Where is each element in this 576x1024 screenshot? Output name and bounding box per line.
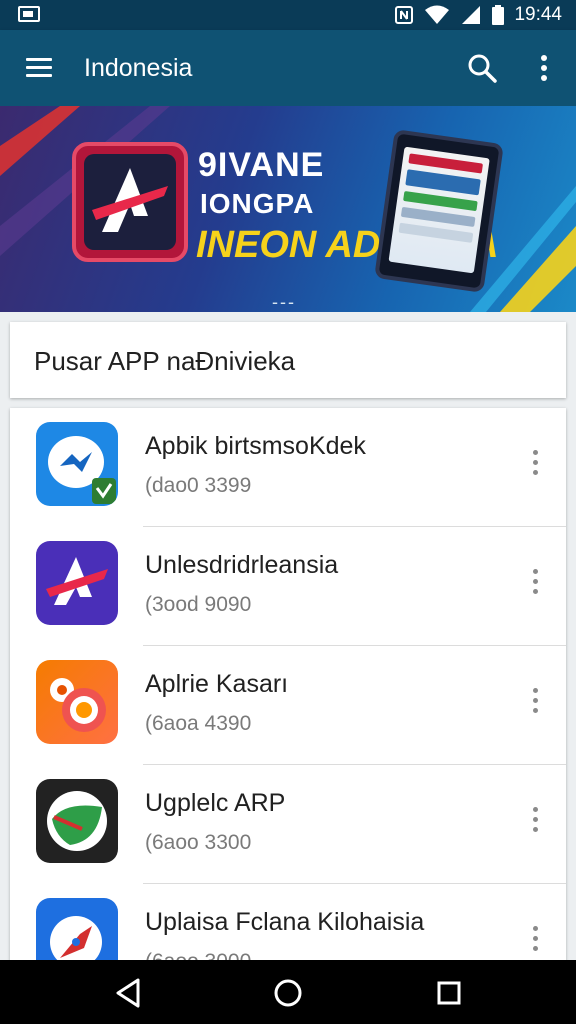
more-vert-icon[interactable] [524, 448, 548, 478]
more-vert-icon[interactable] [530, 52, 558, 84]
list-item[interactable]: Ugplelc ARP (6aoo 3300 [10, 765, 566, 884]
signal-icon [462, 6, 481, 24]
more-vert-icon[interactable] [524, 567, 548, 597]
star-logo-icon [92, 168, 168, 232]
section-title: Pusar APP naĐnivieka [34, 346, 296, 376]
recents-icon[interactable] [432, 976, 466, 1010]
notification-icon [18, 6, 40, 22]
app-name: Aplrie Kasarı [145, 670, 289, 698]
more-vert-icon[interactable] [524, 805, 548, 835]
list-item[interactable]: Apbik birtsmsoKdek (dao0 3399 [10, 408, 566, 527]
app-meta: (dao0 3399 [145, 474, 252, 497]
nfc-icon [395, 6, 414, 24]
list-item[interactable]: Aplrie Kasarı (6aoa 4390 [10, 646, 566, 765]
more-vert-icon[interactable] [524, 924, 548, 954]
home-icon[interactable] [271, 976, 305, 1010]
search-icon[interactable] [466, 52, 498, 84]
camera-orange-icon [36, 660, 118, 744]
star-logo-icon [36, 541, 118, 625]
banner-headline-2: IONGPA [200, 188, 315, 219]
banner-logo [72, 142, 188, 262]
messenger-icon [36, 422, 118, 506]
app-meta: (6aoa 4390 [145, 712, 252, 735]
promo-banner[interactable]: 9IVANE IONGPA INEON ADOESIA --- [0, 106, 576, 312]
back-icon[interactable] [112, 976, 146, 1010]
banner-headline-1: 9IVANE [198, 146, 325, 184]
app-bar: Indonesia [0, 30, 576, 106]
app-list: Apbik birtsmsoKdek (dao0 3399 Unlesdridr… [10, 408, 566, 968]
app-name: Apbik birtsmsoKdek [145, 432, 366, 460]
list-item[interactable]: Unlesdridrleansia (3ood 9090 [10, 527, 566, 646]
app-name: Ugplelc ARP [145, 789, 286, 817]
app-name: Unlesdridrleansia [145, 551, 339, 579]
banner-page-indicator: --- [272, 292, 296, 312]
menu-icon[interactable] [24, 54, 54, 82]
status-icons: 19:44 [394, 3, 562, 27]
app-meta: (3ood 9090 [145, 593, 252, 616]
system-nav-bar [0, 960, 576, 1024]
list-item[interactable]: Uplaisa Fclana Kilohaisia (6aoo 3000 [10, 884, 566, 968]
green-leaf-icon [36, 779, 118, 863]
battery-icon [492, 5, 505, 25]
app-meta: (6aoo 3300 [145, 831, 252, 854]
compass-icon [36, 898, 118, 968]
banner-phone-image [374, 129, 504, 293]
app-name: Uplaisa Fclana Kilohaisia [145, 908, 425, 936]
status-bar: 19:44 [0, 0, 576, 30]
more-vert-icon[interactable] [524, 686, 548, 716]
section-header: Pusar APP naĐnivieka [10, 322, 566, 398]
page-title: Indonesia [84, 54, 193, 82]
wifi-icon [425, 5, 450, 24]
status-time: 19:44 [514, 4, 562, 25]
